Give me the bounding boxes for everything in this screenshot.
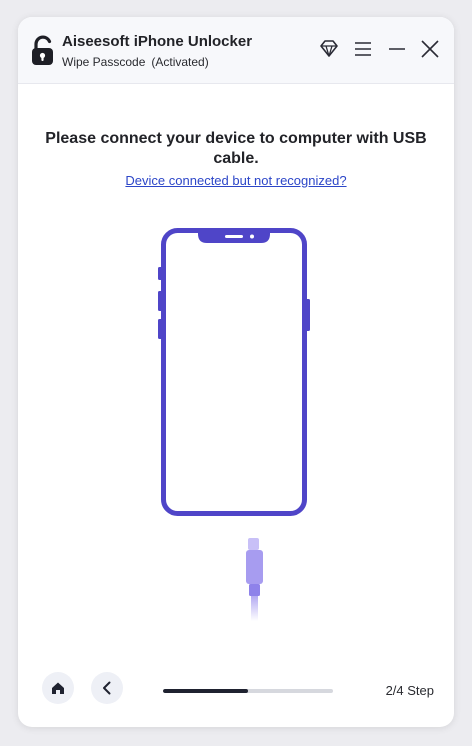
app-subtitle: Wipe Passcode (Activated) [62, 55, 209, 69]
minimize-icon[interactable] [386, 38, 408, 60]
chevron-left-icon [103, 681, 111, 695]
close-icon[interactable] [419, 38, 441, 60]
diamond-icon[interactable] [318, 38, 340, 60]
connect-instruction: Please connect your device to computer w… [45, 130, 427, 167]
mode-label: Wipe Passcode [62, 55, 146, 69]
title-bar: Aiseesoft iPhone Unlocker Wipe Passcode (… [18, 17, 454, 84]
app-logo-lock-icon [30, 35, 56, 67]
activation-status: (Activated) [151, 55, 209, 69]
step-progress-fill [163, 689, 248, 693]
phone-usb-illustration [154, 225, 314, 621]
step-counter: 2/4 Step [385, 683, 434, 698]
home-button[interactable] [42, 672, 74, 704]
not-recognized-link[interactable]: Device connected but not recognized? [38, 173, 434, 188]
step-progress-bar [163, 689, 333, 693]
menu-icon[interactable] [352, 38, 374, 60]
app-window: Aiseesoft iPhone Unlocker Wipe Passcode (… [18, 17, 454, 727]
home-icon [52, 682, 64, 694]
app-title: Aiseesoft iPhone Unlocker [62, 33, 253, 50]
back-button[interactable] [91, 672, 123, 704]
